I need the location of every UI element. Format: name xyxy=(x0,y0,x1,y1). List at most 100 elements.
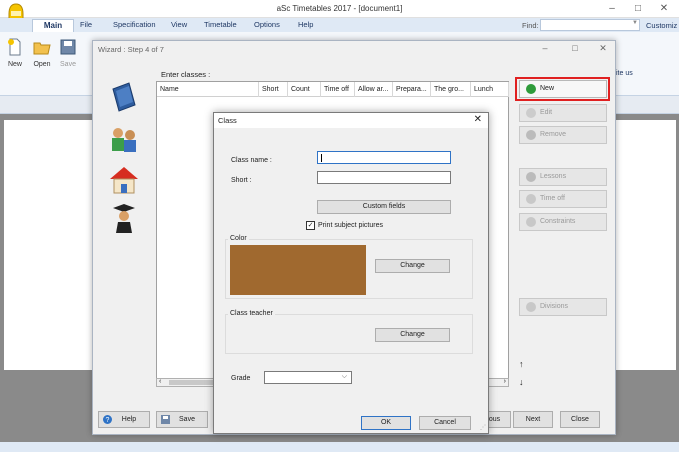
wizard-maximize-button[interactable]: □ xyxy=(565,43,585,53)
move-down-icon[interactable]: ↓ xyxy=(519,377,524,387)
column-header-preparation[interactable]: Prepara... xyxy=(393,82,431,97)
app-title: aSc Timetables 2017 - [document1] xyxy=(276,4,403,13)
edit-class-label: Edit xyxy=(540,109,553,116)
divisions-label: Divisions xyxy=(540,303,569,310)
save-disk-icon xyxy=(60,39,76,55)
ribbon-open-label: Open xyxy=(33,61,51,68)
help-label: Help xyxy=(121,416,137,423)
column-header-short[interactable]: Short xyxy=(259,82,288,97)
new-button-highlight xyxy=(515,77,610,101)
print-subject-pictures-label: Print subject pictures xyxy=(318,222,383,229)
menu-specification[interactable]: Specification xyxy=(113,20,156,29)
ribbon-new-label: New xyxy=(7,61,22,68)
clock-icon xyxy=(526,194,536,204)
menu-view[interactable]: View xyxy=(171,20,187,29)
short-input[interactable] xyxy=(317,171,451,184)
workspace-right-page xyxy=(614,120,676,370)
constraints-label: Constraints xyxy=(540,218,576,225)
maximize-button[interactable]: □ xyxy=(626,2,650,16)
help-button[interactable]: ? Help xyxy=(98,411,150,428)
find-dropdown-icon[interactable]: ▼ xyxy=(632,20,638,26)
resize-grip-icon[interactable]: ⋰ xyxy=(480,424,486,431)
app-titlebar: aSc Timetables 2017 - [document1] – □ ✕ xyxy=(0,0,679,23)
move-up-icon[interactable]: ↑ xyxy=(519,359,524,369)
ribbon-right-text[interactable]: ite us xyxy=(616,70,633,77)
lessons-button[interactable]: Lessons xyxy=(519,168,607,186)
next-button[interactable]: Next xyxy=(513,411,553,428)
remove-icon xyxy=(526,130,536,140)
grade-label: Grade xyxy=(231,375,251,382)
time-off-button[interactable]: Time off xyxy=(519,190,607,208)
edit-class-button[interactable]: Edit xyxy=(519,104,607,122)
new-document-icon xyxy=(8,38,21,56)
wizard-minimize-button[interactable]: – xyxy=(535,43,555,53)
custom-fields-button[interactable]: Custom fields xyxy=(317,200,451,214)
short-label: Short : xyxy=(231,177,252,184)
menu-main[interactable]: Main xyxy=(32,19,74,32)
svg-text:?: ? xyxy=(106,417,110,424)
remove-class-button[interactable]: Remove xyxy=(519,126,607,144)
menu-help[interactable]: Help xyxy=(298,20,313,29)
teachers-graduate-icon xyxy=(113,204,135,233)
class-dialog: Class ✕ Class name : Short : Custom fiel… xyxy=(213,112,489,434)
save-button[interactable]: Save xyxy=(156,411,208,428)
table-header: Name Short Count Time off Allow ar... Pr… xyxy=(157,82,509,97)
lessons-label: Lessons xyxy=(540,173,567,180)
next-label: Next xyxy=(525,416,541,423)
column-header-allow[interactable]: Allow ar... xyxy=(355,82,393,97)
column-header-groups[interactable]: The gro... xyxy=(431,82,471,97)
dialog-close-icon[interactable]: ✕ xyxy=(474,114,482,125)
status-bar xyxy=(0,442,679,452)
divisions-icon xyxy=(526,302,536,312)
edit-icon xyxy=(526,108,536,118)
cancel-button[interactable]: Cancel xyxy=(419,416,471,430)
ribbon-save-label: Save xyxy=(60,61,76,68)
change-teacher-button[interactable]: Change xyxy=(375,328,450,342)
ribbon-new-button[interactable]: New xyxy=(4,38,26,68)
dialog-title: Class xyxy=(218,116,237,125)
grade-select[interactable]: ⌵ xyxy=(264,371,352,384)
ok-button[interactable]: OK xyxy=(361,416,411,430)
constraints-button[interactable]: Constraints xyxy=(519,213,607,231)
color-swatch xyxy=(230,245,366,295)
menu-timetable[interactable]: Timetable xyxy=(204,20,237,29)
find-input[interactable] xyxy=(540,19,640,31)
classes-people-icon xyxy=(112,128,136,152)
column-header-name[interactable]: Name xyxy=(157,82,259,97)
enter-classes-label: Enter classes : xyxy=(161,70,211,79)
class-name-input[interactable] xyxy=(317,151,451,164)
ribbon-save-button[interactable]: Save xyxy=(57,38,79,68)
workspace-left-page xyxy=(4,120,92,370)
text-cursor xyxy=(321,154,322,162)
ribbon-open-button[interactable]: Open xyxy=(31,38,53,68)
wizard-close-button[interactable]: ✕ xyxy=(593,43,613,54)
print-subject-pictures-checkbox[interactable]: ✓ xyxy=(306,221,315,230)
menu-file[interactable]: File xyxy=(80,20,92,29)
divisions-button[interactable]: Divisions xyxy=(519,298,607,316)
scroll-right-icon[interactable]: › xyxy=(504,378,506,385)
close-label: Close xyxy=(571,416,589,423)
wizard-title: Wizard : Step 4 of 7 xyxy=(98,45,164,54)
remove-class-label: Remove xyxy=(540,131,567,138)
find-label: Find: xyxy=(522,21,539,30)
class-name-label: Class name : xyxy=(231,157,272,164)
scroll-left-icon[interactable]: ‹ xyxy=(159,378,161,385)
column-header-time-off[interactable]: Time off xyxy=(321,82,355,97)
class-teacher-group-label: Class teacher xyxy=(228,310,275,317)
open-folder-icon xyxy=(33,42,51,55)
minimize-button[interactable]: – xyxy=(600,2,624,16)
close-wizard-button[interactable]: Close xyxy=(560,411,600,428)
column-header-lunch[interactable]: Lunch xyxy=(471,82,509,97)
customize-link[interactable]: Customiz xyxy=(646,21,677,30)
change-color-button[interactable]: Change xyxy=(375,259,450,273)
column-header-count[interactable]: Count xyxy=(288,82,321,97)
lessons-icon xyxy=(526,172,536,182)
save-label: Save xyxy=(179,416,195,423)
close-window-button[interactable]: ✕ xyxy=(652,2,676,16)
color-group-label: Color xyxy=(228,235,249,242)
menu-options[interactable]: Options xyxy=(254,20,280,29)
save-icon xyxy=(161,415,170,424)
help-icon: ? xyxy=(103,415,112,424)
dialog-titlebar: Class ✕ xyxy=(214,113,488,128)
time-off-label: Time off xyxy=(540,195,565,202)
